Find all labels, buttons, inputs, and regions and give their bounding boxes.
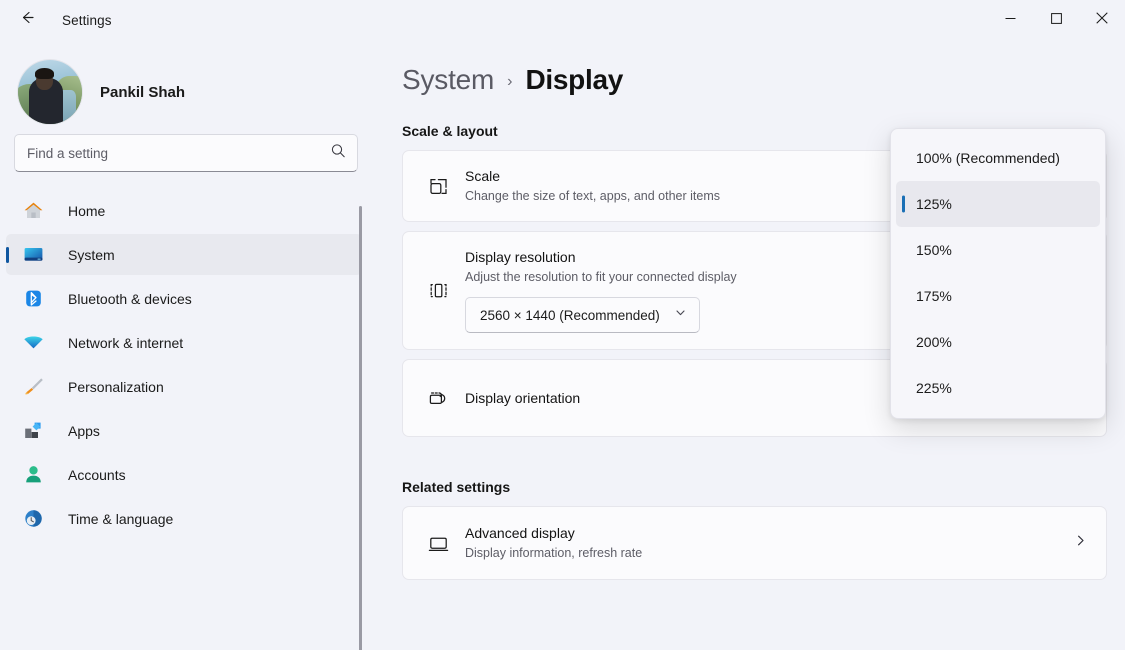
- avatar: [18, 60, 82, 124]
- sidebar-item-personalization[interactable]: Personalization: [6, 366, 362, 407]
- sidebar-scrollbar-thumb[interactable]: [359, 206, 362, 650]
- sidebar-item-time-language[interactable]: Time & language: [6, 498, 362, 539]
- scale-option-150[interactable]: 150%: [896, 227, 1100, 273]
- brush-icon: [22, 376, 44, 398]
- scale-option-label: 175%: [916, 288, 952, 304]
- breadcrumb: System › Display: [372, 40, 1125, 96]
- home-icon: [22, 200, 44, 222]
- back-button[interactable]: [10, 4, 44, 36]
- account-icon: [22, 464, 44, 486]
- user-profile[interactable]: Pankil Shah: [0, 40, 372, 126]
- sidebar-item-label: Bluetooth & devices: [68, 291, 192, 307]
- scale-option-225[interactable]: 225%: [896, 365, 1100, 411]
- settings-window: Settings: [0, 0, 1125, 650]
- breadcrumb-parent[interactable]: System: [402, 64, 494, 96]
- orientation-text: Display orientation: [465, 389, 928, 408]
- related-settings-heading: Related settings: [372, 446, 1125, 506]
- advanced-display-subtitle: Display information, refresh rate: [465, 544, 1073, 562]
- bluetooth-icon: [22, 288, 44, 310]
- close-icon: [1096, 11, 1108, 29]
- sidebar-item-label: System: [68, 247, 115, 263]
- scale-option-label: 125%: [916, 196, 952, 212]
- scale-option-175[interactable]: 175%: [896, 273, 1100, 319]
- scale-option-125[interactable]: 125%: [896, 181, 1100, 227]
- sidebar-nav: Home System: [0, 190, 372, 539]
- sidebar-item-network-internet[interactable]: Network & internet: [6, 322, 362, 363]
- clock-icon: [22, 508, 44, 530]
- orientation-icon: [421, 387, 455, 410]
- scale-option-label: 225%: [916, 380, 952, 396]
- close-button[interactable]: [1079, 0, 1125, 40]
- scale-option-label: 200%: [916, 334, 952, 350]
- sidebar-item-apps[interactable]: Apps: [6, 410, 362, 451]
- sidebar-item-label: Time & language: [68, 511, 173, 527]
- wifi-icon: [22, 332, 44, 354]
- scale-dropdown-flyout[interactable]: 100% (Recommended) 125% 150% 175% 200% 2…: [890, 128, 1106, 419]
- sidebar-item-label: Personalization: [68, 379, 164, 395]
- search-input[interactable]: [15, 146, 357, 161]
- advanced-display-title: Advanced display: [465, 524, 1073, 543]
- profile-name: Pankil Shah: [100, 84, 185, 101]
- resolution-icon: [421, 279, 455, 302]
- resolution-value: 2560 × 1440 (Recommended): [480, 308, 660, 323]
- chevron-down-icon: [674, 306, 687, 324]
- orientation-title: Display orientation: [465, 389, 928, 408]
- sidebar-item-system[interactable]: System: [6, 234, 362, 275]
- sidebar: Pankil Shah: [0, 40, 372, 650]
- sidebar-item-bluetooth-devices[interactable]: Bluetooth & devices: [6, 278, 362, 319]
- search-box[interactable]: [14, 134, 358, 172]
- app-title: Settings: [62, 13, 112, 28]
- related-cards: Advanced display Display information, re…: [372, 506, 1125, 580]
- chevron-right-icon: [1073, 533, 1088, 553]
- maximize-icon: [1051, 11, 1062, 29]
- sidebar-item-label: Accounts: [68, 467, 126, 483]
- advanced-display-card[interactable]: Advanced display Display information, re…: [402, 506, 1107, 580]
- sidebar-item-label: Network & internet: [68, 335, 183, 351]
- advanced-display-text: Advanced display Display information, re…: [465, 524, 1073, 562]
- system-icon: [22, 244, 44, 266]
- scale-icon: [421, 175, 455, 198]
- resolution-dropdown[interactable]: 2560 × 1440 (Recommended): [465, 297, 700, 333]
- minimize-icon: [1005, 11, 1016, 29]
- search-icon: [330, 143, 346, 164]
- sidebar-item-accounts[interactable]: Accounts: [6, 454, 362, 495]
- scale-option-200[interactable]: 200%: [896, 319, 1100, 365]
- page-title: Display: [525, 64, 623, 96]
- scale-option-100[interactable]: 100% (Recommended): [896, 135, 1100, 181]
- monitor-icon: [421, 532, 455, 555]
- window-controls: [987, 0, 1125, 40]
- sidebar-item-label: Home: [68, 203, 105, 219]
- search-container: [0, 134, 372, 172]
- sidebar-item-label: Apps: [68, 423, 100, 439]
- scale-option-label: 100% (Recommended): [916, 150, 1060, 166]
- title-bar: Settings: [0, 0, 1125, 40]
- maximize-button[interactable]: [1033, 0, 1079, 40]
- sidebar-item-home[interactable]: Home: [6, 190, 362, 231]
- minimize-button[interactable]: [987, 0, 1033, 40]
- scale-option-label: 150%: [916, 242, 952, 258]
- apps-icon: [22, 420, 44, 442]
- back-arrow-icon: [19, 9, 36, 31]
- breadcrumb-separator: ›: [507, 73, 512, 91]
